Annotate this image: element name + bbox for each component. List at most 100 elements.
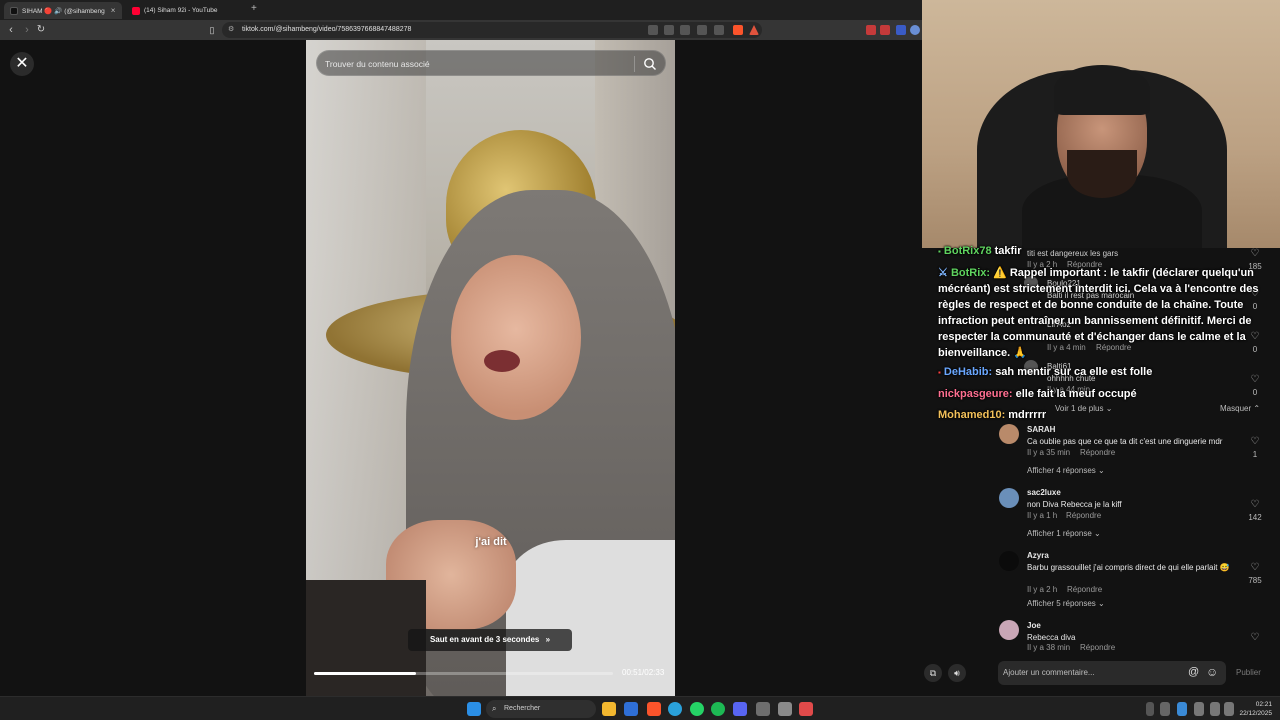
webcam-overlay [922,0,1280,248]
comment-time: Il y a 38 min [1027,643,1071,652]
fast-forward-icon: » [545,635,551,644]
like-icon[interactable]: ♡ [1249,248,1261,259]
back-icon[interactable]: ‹ [4,23,18,37]
avatar[interactable] [999,551,1019,571]
divider [634,56,635,72]
comment-text: non Diva Rebecca je la kiff [1027,500,1122,509]
youtube-favicon-icon [132,6,140,15]
reload-icon[interactable]: ↻ [34,23,48,37]
telegram-icon[interactable] [668,702,682,716]
tray-icon[interactable] [1177,702,1187,716]
brave-shield-icon[interactable] [733,25,743,35]
tiktok-favicon-icon [10,6,18,15]
see-more-label: Voir 1 de plus [1055,404,1104,413]
extension-icon[interactable] [880,25,890,35]
show-replies-button[interactable]: Afficher 1 réponse ⌄ [1027,529,1101,538]
picture-in-picture-icon[interactable]: ⧉ [924,664,942,682]
file-explorer-icon[interactable] [602,702,616,716]
reply-button[interactable]: Répondre [1080,448,1115,457]
reply-button[interactable]: Répondre [1067,585,1102,594]
like-count: 1 [1252,450,1258,459]
comment-user[interactable]: SARAH [1027,425,1055,434]
speaker-icon[interactable] [1210,702,1220,716]
tray-chevron-icon[interactable] [1146,702,1154,716]
tab-close-icon[interactable]: × [111,6,116,15]
like-icon[interactable]: ♡ [1249,499,1261,510]
chat-message: ▪ DeHabib: sah mentir sur ca elle est fol… [938,366,1152,378]
app-icon[interactable] [799,702,813,716]
new-tab-button[interactable]: + [251,3,257,14]
network-icon[interactable] [1224,702,1234,716]
avatar[interactable] [999,424,1019,444]
show-replies-button[interactable]: Afficher 4 réponses ⌄ [1027,466,1105,475]
video-time: 00:51/02:33 [622,668,665,677]
reply-button[interactable]: Répondre [1066,511,1101,520]
zoom-icon[interactable] [697,25,707,35]
comment-user[interactable]: Joe [1027,621,1041,630]
whatsapp-icon[interactable] [690,702,704,716]
extension-icon[interactable] [648,25,658,35]
chat-text: elle fait la meuf occupé [1015,388,1137,400]
comment-user[interactable]: Azyra [1027,551,1049,560]
comment-time: Il y a 35 min [1027,448,1071,457]
reply-button[interactable]: Répondre [1080,643,1115,652]
video-progress-bar[interactable] [314,672,613,675]
hide-replies[interactable]: Masquer ⌃ [1220,404,1260,413]
bookmark-icon[interactable]: ▯ [205,23,219,37]
chat-username: BotRix78 [943,245,992,257]
comment-text: Barbu grassouillet j'ai compris direct d… [1027,563,1230,572]
tab-tiktok[interactable]: SIHAM 🔴 🔊 (@sihambeng × [4,2,122,19]
emoji-icon[interactable]: ☺ [1206,665,1218,679]
tab-youtube[interactable]: (14) Siham 92i - YouTube [126,2,246,19]
like-count: 785 [1248,576,1262,585]
comment-input[interactable]: Ajouter un commentaire... @ ☺ [998,661,1226,685]
avatar[interactable] [999,620,1019,640]
store-icon[interactable] [624,702,638,716]
extension-icon[interactable] [664,25,674,35]
site-info-icon[interactable]: ⚙ [228,22,234,38]
obs-icon[interactable] [756,702,770,716]
extension-icon[interactable] [896,25,906,35]
video-player[interactable] [306,40,675,696]
tiktok-video-page: ✕ Trouver du contenu associé j'ai dit Sa… [0,40,922,696]
spotify-icon[interactable] [711,702,725,716]
video-mouth [484,350,520,372]
mention-icon[interactable]: @ [1188,666,1199,678]
like-icon[interactable]: ♡ [1249,436,1261,447]
tab-label: (14) Siham 92i - YouTube [144,7,218,14]
close-icon[interactable]: ✕ [10,52,34,76]
show-replies-button[interactable]: Afficher 5 réponses ⌄ [1027,599,1105,608]
see-more-replies[interactable]: Voir 1 de plus ⌄ [1055,404,1112,413]
chat-badge-icon: ▪ [938,368,941,377]
translate-icon[interactable] [680,25,690,35]
chat-message: Mohamed10: mdrrrrr [938,409,1046,421]
publish-button[interactable]: Publier [1236,668,1261,677]
chat-username: nickpasgeure: [938,388,1013,400]
windows-taskbar: ⌕ Rechercher 02:21 22/12/2025 [0,696,1280,720]
profile-icon[interactable] [910,25,920,35]
tray-icon[interactable] [1160,702,1170,716]
extension-icon[interactable] [866,25,876,35]
comment-user[interactable]: sac2luxe [1027,488,1061,497]
comment-placeholder: Ajouter un commentaire... [1003,668,1095,677]
comment-time: Il y a 1 h [1027,511,1058,520]
share-icon[interactable] [714,25,724,35]
discord-icon[interactable] [733,702,747,716]
like-icon[interactable]: ♡ [1249,374,1261,385]
search-icon[interactable] [643,57,657,71]
tab-label: SIHAM 🔴 🔊 (@sihambeng [22,7,105,15]
volume-icon[interactable]: 🔊︎ [948,664,966,682]
settings-icon[interactable] [778,702,792,716]
like-count: 142 [1248,513,1262,522]
url-text: tiktok.com/@sihambeng/video/758639766884… [242,26,412,33]
like-icon[interactable]: ♡ [1249,632,1261,643]
windows-start-icon[interactable] [467,702,481,716]
brave-icon[interactable] [647,702,661,716]
microphone-icon[interactable] [1194,702,1204,716]
like-icon[interactable]: ♡ [1249,562,1261,573]
avatar[interactable] [999,488,1019,508]
related-search-input[interactable]: Trouver du contenu associé [316,50,666,76]
system-clock[interactable]: 02:21 22/12/2025 [1239,700,1272,718]
forward-icon[interactable]: › [20,23,34,37]
taskbar-search[interactable]: ⌕ Rechercher [486,700,596,718]
